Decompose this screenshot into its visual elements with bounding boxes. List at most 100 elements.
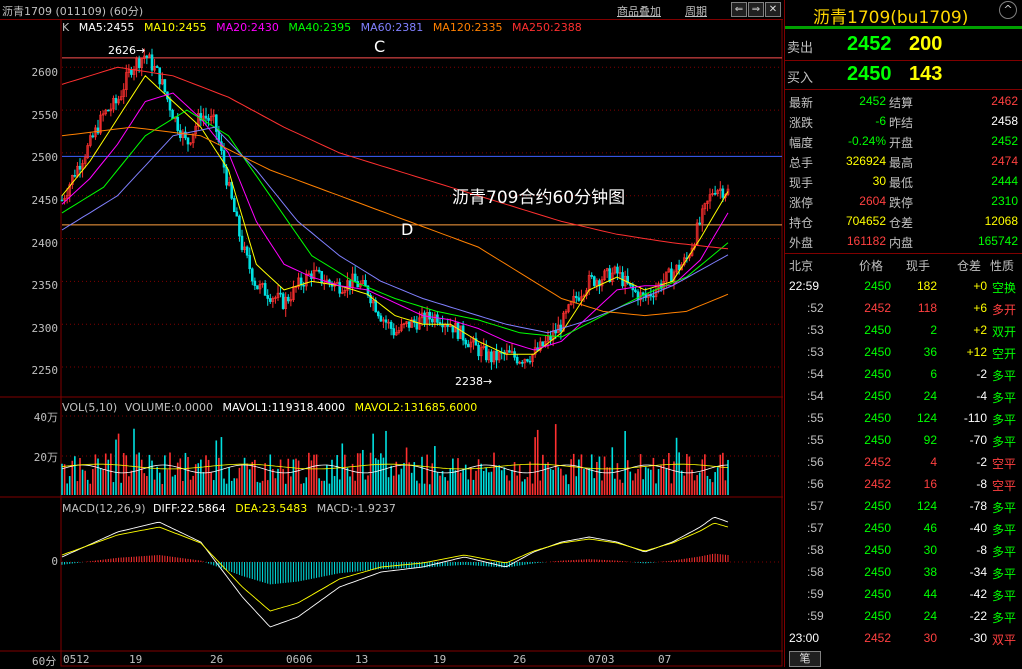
candle-body [96,127,100,134]
candle-body [248,254,252,270]
volume-bar [650,469,652,495]
tick-row[interactable]: 23:00 2452 30 -30 双平 [785,627,1022,649]
candle-body [376,311,380,317]
tick-volume: 118 [917,301,937,315]
volume-bar [572,453,575,495]
tick-nature: 双开 [992,325,1017,339]
quote-label: 最高 [889,156,914,170]
tick-row[interactable]: :54 2450 24 -4 多平 [785,385,1022,407]
quote-value: 704652 [845,214,886,228]
tick-time: :55 [807,411,824,425]
tick-volume: 16 [923,477,937,491]
quote-value: 2604 [859,194,886,208]
bid-volume: 143 [909,63,943,85]
tick-price: 2450 [864,609,891,623]
tick-price: 2450 [864,367,891,381]
volume-bar [701,459,704,495]
volume-bar [678,452,680,495]
volume-bar [554,424,557,495]
prev-icon[interactable]: ⇐ [731,2,747,17]
overlay-link[interactable]: 商品叠加 [617,3,661,19]
volume-bar [416,480,418,495]
tick-row[interactable]: :55 2450 92 -70 多平 [785,429,1022,451]
tick-price: 2450 [864,279,891,293]
candle-body [320,271,324,284]
candle-body [364,280,367,287]
tick-row[interactable]: :55 2450 124 -110 多平 [785,407,1022,429]
volume-bar [408,462,410,495]
volume-bar [683,475,686,495]
volume-bar [498,465,500,495]
tab-ticks[interactable]: 笔 [789,651,821,667]
volume-bar [542,454,544,495]
tick-time: :54 [807,389,824,403]
quote-label: 内盘 [889,236,914,250]
window-titlebar: 沥青1709 (011109) (60分) 商品叠加 周期 ⇐ ⇒ ✕ [0,0,783,20]
tick-row[interactable]: :57 2450 124 -78 多平 [785,495,1022,517]
volume-bar [210,472,212,495]
tick-nature: 多开 [992,303,1017,317]
chart-canvas[interactable] [0,19,783,667]
quote-label: 昨结 [889,116,914,130]
y-tick-label: 2350 [31,279,59,292]
volume-bar [269,454,272,495]
close-icon[interactable]: ✕ [765,2,781,17]
tick-row[interactable]: :53 2450 2 +2 双开 [785,319,1022,341]
candle-body [266,295,270,299]
tick-row[interactable]: :56 2452 16 -8 空平 [785,473,1022,495]
window-title: 沥青1709 (011109) (60分) [2,5,144,18]
volume-bar [328,483,331,495]
volume-bar [585,468,588,495]
tick-row[interactable]: :54 2450 6 -2 多平 [785,363,1022,385]
volume-bar [315,454,318,495]
next-icon[interactable]: ⇒ [748,2,764,17]
tick-row[interactable]: 22:59 2450 182 +0 空换 [785,275,1022,297]
candle-body [204,115,208,119]
tick-row[interactable]: :58 2450 38 -34 多平 [785,561,1022,583]
quote-value: -6 [875,114,886,128]
tick-row[interactable]: :59 2450 24 -22 多平 [785,605,1022,627]
tick-row[interactable]: :56 2452 4 -2 空平 [785,451,1022,473]
quote-row: 涨停 2604 跌停 2310 [785,192,1022,211]
quote-label: 仓差 [889,216,914,230]
candle-body [250,268,254,282]
tick-row[interactable]: :52 2452 118 +6 多开 [785,297,1022,319]
volume-bar [133,428,135,495]
volume-bar [413,462,416,495]
volume-bar [326,464,328,495]
volume-bar [225,483,228,495]
quote-value: 165742 [977,234,1018,248]
macd-dea-line [61,522,729,612]
tick-row[interactable]: :59 2450 44 -42 多平 [785,583,1022,605]
period-link[interactable]: 周期 [685,3,707,19]
candle-body [240,235,244,250]
quote-header: 沥青1709(bu1709) ^ [785,0,1022,29]
volume-bar [320,480,323,495]
volume-bar [212,480,215,495]
x-tick-label: 19 [433,653,447,666]
volume-bar [544,463,547,495]
volume-bar [385,430,387,495]
tick-price: 2452 [864,477,891,491]
volume-bar [485,467,488,495]
candle-body [456,322,460,339]
macd-zero-label: 0 [51,555,58,568]
tick-row[interactable]: :57 2450 46 -40 多平 [785,517,1022,539]
collapse-icon[interactable]: ^ [999,1,1017,19]
volume-bar [704,454,706,495]
volume-bar [174,474,176,495]
ma-line-ma60 [61,126,729,334]
tick-nature: 多平 [992,611,1017,625]
volume-bar [655,483,657,495]
candle-body [721,188,725,198]
volume-bar [706,475,709,495]
volume-bar [634,473,637,495]
volume-bar [691,469,693,495]
volume-bar [102,469,104,495]
candle-body [495,350,498,361]
tick-row[interactable]: :58 2450 30 -8 多平 [785,539,1022,561]
tick-row[interactable]: :53 2450 36 +12 空开 [785,341,1022,363]
volume-bar [228,467,230,495]
volume-bar [380,453,382,495]
volume-bar [313,454,315,495]
